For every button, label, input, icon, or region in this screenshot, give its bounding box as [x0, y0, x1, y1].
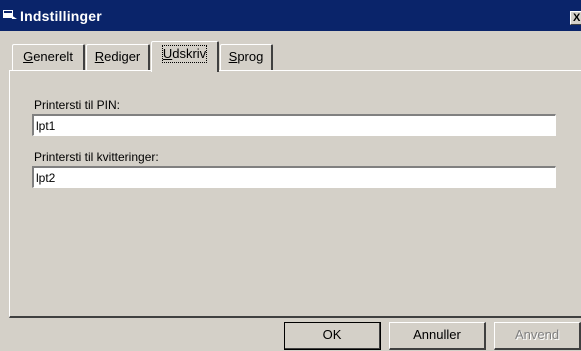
receipt-printer-path-label: Printersti til kvitteringer: — [34, 150, 159, 164]
title-bar[interactable]: Indstillinger X — [0, 0, 581, 31]
close-button[interactable]: X — [570, 11, 581, 25]
settings-dialog: Indstillinger X Generelt Rediger Udskriv… — [0, 0, 581, 351]
receipt-printer-path-input[interactable]: lpt2 — [32, 166, 556, 188]
close-icon: X — [573, 12, 581, 24]
cancel-button[interactable]: Annuller — [389, 322, 486, 350]
tab-rediger[interactable]: Rediger — [86, 44, 150, 70]
ok-button[interactable]: OK — [284, 322, 381, 350]
tab-sprog-label: Sprog — [228, 49, 264, 64]
tab-sprog[interactable]: Sprog — [220, 44, 273, 70]
tab-generelt[interactable]: Generelt — [12, 44, 85, 70]
apply-button[interactable]: Anvend — [494, 322, 581, 350]
pin-printer-path-input[interactable]: lpt1 — [32, 114, 556, 136]
window-title: Indstillinger — [20, 8, 102, 24]
tab-rediger-label: Rediger — [94, 49, 141, 64]
pin-printer-path-label: Printersti til PIN: — [34, 98, 121, 112]
tab-generelt-label: Generelt — [23, 49, 73, 64]
tab-udskriv-label: Udskriv — [161, 45, 208, 63]
tab-udskriv[interactable]: Udskriv — [151, 41, 219, 72]
app-icon — [3, 10, 17, 19]
